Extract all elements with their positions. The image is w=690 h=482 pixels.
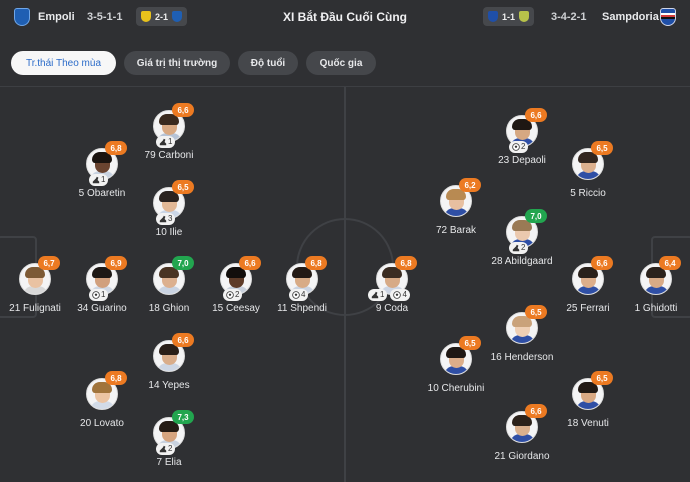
- event-count: 1: [101, 175, 106, 184]
- tab-nationality[interactable]: Quốc gia: [306, 51, 376, 75]
- event-count: 1: [101, 290, 106, 299]
- rating-badge: 6,8: [305, 256, 327, 270]
- rating-badge: 6,8: [395, 256, 417, 270]
- boot-icon: 1: [89, 173, 109, 186]
- opponent-crest-icon: [519, 11, 530, 22]
- event-count: 4: [301, 290, 306, 299]
- boot-icon: 2: [509, 241, 529, 254]
- away-last-result-score: 1-1: [502, 11, 516, 22]
- rating-badge: 6,8: [105, 141, 127, 155]
- player-riccio[interactable]: 6,5 5 Riccio: [543, 141, 633, 210]
- player-name: 21 Giordano: [494, 451, 550, 462]
- ball-icon: 1: [89, 288, 109, 301]
- player-name: 9 Coda: [375, 303, 409, 314]
- ball-icon: 4: [390, 288, 410, 301]
- event-markers: 1: [156, 135, 176, 148]
- player-name: 7 Elia: [156, 457, 182, 468]
- event-count: 1: [168, 137, 173, 146]
- rating-badge: 6,6: [172, 103, 194, 117]
- event-count: 2: [235, 290, 240, 299]
- player-elia[interactable]: 7,3 2 7 Elia: [124, 410, 214, 479]
- away-formation: 3-4-2-1: [551, 11, 587, 23]
- rating-badge: 6,4: [659, 256, 681, 270]
- view-tabs: Tr.thái Theo mùa Giá trị thị trường Độ t…: [11, 51, 376, 75]
- rating-badge: 6,5: [525, 305, 547, 319]
- event-count: 2: [521, 142, 526, 151]
- rating-badge: 6,8: [105, 371, 127, 385]
- event-markers: 3: [156, 212, 176, 225]
- player-ghidotti[interactable]: 6,4 1 Ghidotti: [611, 256, 690, 325]
- player-name: 1 Ghidotti: [634, 303, 678, 314]
- match-header: Empoli 3-5-1-1 2-1 XI Bắt Đầu Cuối Cùng …: [0, 0, 690, 34]
- player-name: 10 Cherubini: [427, 383, 485, 394]
- event-count: 2: [168, 444, 173, 453]
- event-markers: 2: [156, 442, 176, 455]
- boot-icon: 2: [156, 442, 176, 455]
- event-markers: 4: [289, 288, 309, 301]
- pitch: 6,6 1 79 Carboni 6,8 1 5 Obaretin 6,5 3 10 Ili…: [0, 86, 690, 482]
- player-name: 10 Ilie: [155, 227, 183, 238]
- player-shpendi[interactable]: 6,8 4 11 Shpendi: [257, 256, 347, 325]
- rating-badge: 6,5: [459, 336, 481, 350]
- event-markers: 2: [223, 288, 243, 301]
- ball-icon: 4: [289, 288, 309, 301]
- event-markers: 2: [509, 140, 529, 153]
- boot-icon: 1: [368, 288, 388, 301]
- player-giordano[interactable]: 6,6 21 Giordano: [477, 404, 567, 473]
- player-name: 5 Riccio: [570, 188, 606, 199]
- lineup-screen: Empoli 3-5-1-1 2-1 XI Bắt Đầu Cuối Cùng …: [0, 0, 690, 482]
- rating-badge: 6,5: [591, 371, 613, 385]
- rating-badge: 6,2: [459, 178, 481, 192]
- event-markers: 1: [89, 288, 109, 301]
- page-title: XI Bắt Đầu Cuối Cùng: [283, 10, 407, 24]
- boot-icon: 1: [156, 135, 176, 148]
- away-team-name[interactable]: Sampdoria: [602, 11, 659, 23]
- event-markers: 2: [509, 241, 529, 254]
- player-coda[interactable]: 6,8 1 4 9 Coda: [347, 256, 437, 325]
- rating-badge: 6,6: [591, 256, 613, 270]
- tab-market-value[interactable]: Giá trị thị trường: [124, 51, 230, 75]
- event-markers: 14: [368, 288, 410, 301]
- ball-icon: 2: [509, 140, 529, 153]
- ball-icon: 2: [223, 288, 243, 301]
- rating-badge: 6,6: [525, 108, 547, 122]
- rating-badge: 7,0: [525, 209, 547, 223]
- tab-season-form[interactable]: Tr.thái Theo mùa: [11, 51, 116, 75]
- event-count: 2: [521, 243, 526, 252]
- rating-badge: 7,3: [172, 410, 194, 424]
- boot-icon: 3: [156, 212, 176, 225]
- away-last-result[interactable]: 1-1: [483, 7, 535, 26]
- event-markers: 1: [89, 173, 109, 186]
- player-name: 11 Shpendi: [277, 303, 327, 314]
- rating-badge: 6,6: [525, 404, 547, 418]
- player-ilie[interactable]: 6,5 3 10 Ilie: [124, 180, 214, 249]
- rating-badge: 6,5: [172, 180, 194, 194]
- sampdoria-crest-icon: [488, 11, 498, 22]
- tab-age[interactable]: Độ tuổi: [238, 51, 298, 75]
- event-count: 4: [402, 290, 407, 299]
- rating-badge: 6,5: [591, 141, 613, 155]
- sampdoria-crest-icon[interactable]: [660, 8, 676, 26]
- rating-badge: 6,6: [172, 333, 194, 347]
- event-count: 1: [380, 290, 385, 299]
- event-count: 3: [168, 214, 173, 223]
- player-cherubini[interactable]: 6,5 10 Cherubini: [411, 336, 501, 405]
